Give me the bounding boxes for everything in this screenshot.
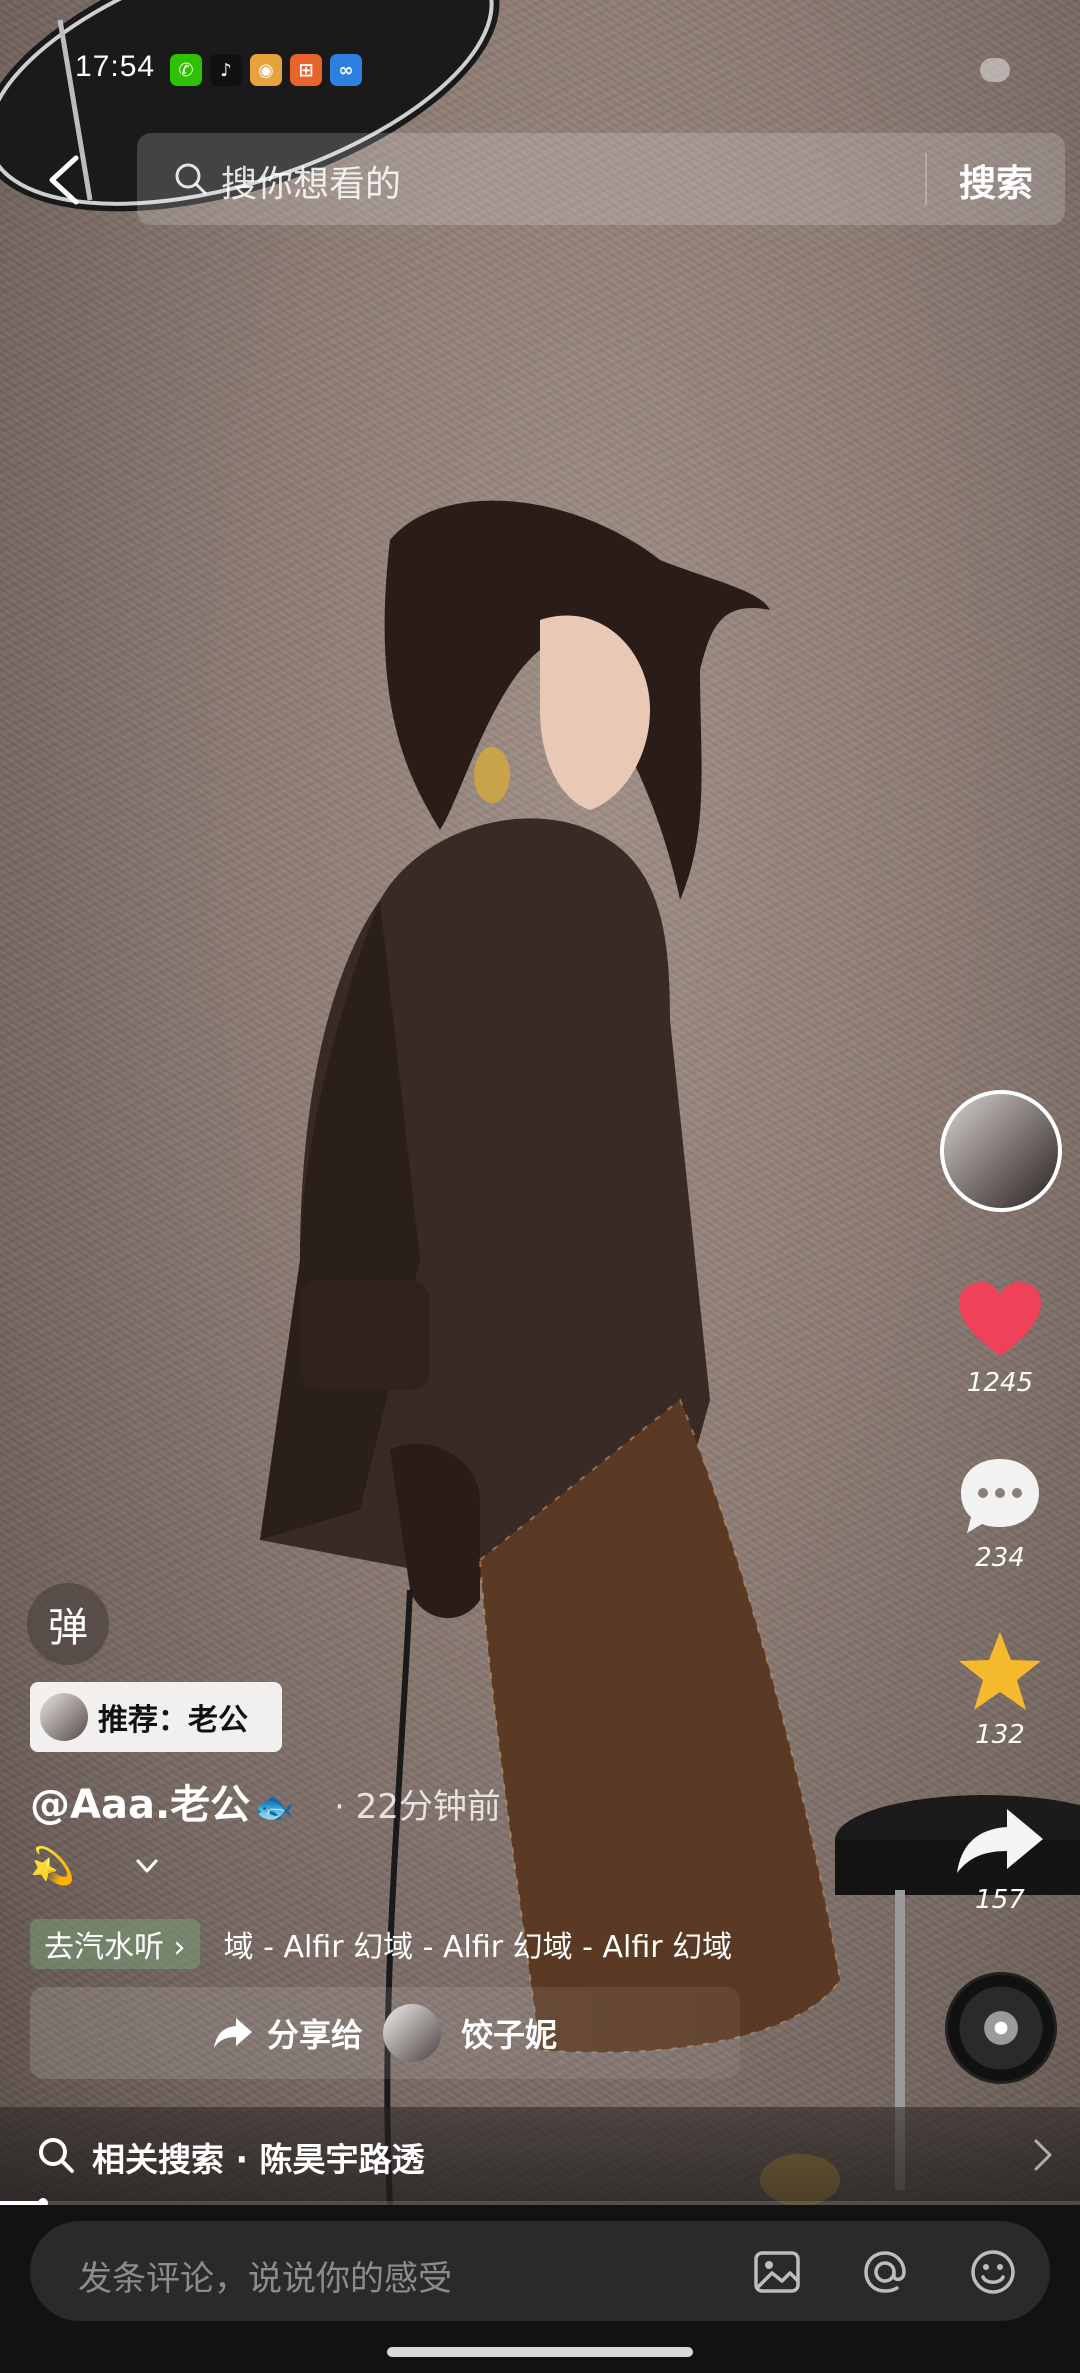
- comment-bubble-icon: [961, 1459, 1039, 1533]
- share-count: 157: [975, 1885, 1025, 1915]
- search-icon: [39, 2138, 74, 2173]
- related-search-text: 相关搜索 · 陈昊宇路透: [92, 2140, 425, 2179]
- star-icon: [959, 1632, 1041, 1710]
- chevron-down-icon[interactable]: [133, 1852, 161, 1880]
- back-button[interactable]: [38, 150, 88, 210]
- search-divider: [925, 153, 927, 205]
- like-count: 1245: [966, 1368, 1034, 1398]
- soda-music-chip[interactable]: 去汽水听 ›: [30, 1919, 200, 1969]
- recommend-avatar: [40, 1693, 88, 1741]
- dizzy-emoji-icon: 💫: [30, 1846, 75, 1887]
- notification-icons: ✆ ♪ ◉ ⊞ ∞: [170, 54, 362, 86]
- post-description[interactable]: 💫: [30, 1845, 161, 1887]
- chevron-right-icon: [1034, 2139, 1052, 2171]
- status-bar: 17:54 ✆ ♪ ◉ ⊞ ∞: [0, 40, 1080, 100]
- fish-emoji-icon: 🐟: [254, 1788, 294, 1826]
- search-button[interactable]: 搜索: [959, 153, 1033, 207]
- status-indicator-icon: [980, 58, 1010, 82]
- bottom-comment-area: 发条评论，说说你的感受: [0, 2205, 1080, 2373]
- share-suggestion-banner[interactable]: 分享给 饺子妮: [30, 1987, 740, 2079]
- tiktok-icon: ♪: [210, 54, 242, 86]
- status-time: 17:54: [75, 50, 156, 83]
- back-arrow-icon: [49, 155, 79, 205]
- heart-icon: [959, 1282, 1041, 1356]
- share-arrow-icon: [213, 2018, 252, 2048]
- app-orange-icon: ⊞: [290, 54, 322, 86]
- home-indicator[interactable]: [387, 2347, 693, 2357]
- search-input[interactable]: 搜你想看的: [221, 155, 401, 207]
- image-icon[interactable]: [752, 2247, 802, 2297]
- share-friend-avatar: [383, 2004, 441, 2062]
- weibo-icon: ◉: [250, 54, 282, 86]
- related-search-bar[interactable]: 相关搜索 · 陈昊宇路透: [0, 2107, 1080, 2205]
- search-bar[interactable]: 搜你想看的 搜索: [137, 133, 1065, 225]
- share-label: 分享给: [266, 2016, 363, 2054]
- comment-input[interactable]: 发条评论，说说你的感受: [30, 2221, 1050, 2321]
- post-time: · 22分钟前: [333, 1787, 501, 1827]
- share-friend-name: 饺子妮: [461, 2016, 558, 2054]
- music-title-marquee: 域 - Alfir 幻域 - Alfir 幻域 - Alfir 幻域: [223, 1930, 733, 1965]
- share-arrow-icon: [957, 1809, 1043, 1873]
- recommend-chip[interactable]: 推荐：老公: [30, 1682, 282, 1752]
- video-frame[interactable]: [0, 0, 1080, 2205]
- author-line: @Aaa.老公 🐟 · 22分钟前: [30, 1772, 501, 1830]
- app-blue-icon: ∞: [330, 54, 362, 86]
- emoji-icon[interactable]: [968, 2247, 1018, 2297]
- wechat-icon: ✆: [170, 54, 202, 86]
- danmu-toggle-button[interactable]: 弹: [27, 1583, 109, 1665]
- like-button[interactable]: 1245: [930, 1280, 1070, 1398]
- music-row[interactable]: 去汽水听 › 域 - Alfir 幻域 - Alfir 幻域 - Alfir 幻…: [30, 1918, 860, 1970]
- comment-button[interactable]: 234: [930, 1455, 1070, 1573]
- author-name[interactable]: @Aaa.老公: [30, 1772, 250, 1830]
- music-disc-icon[interactable]: [945, 1972, 1057, 2084]
- recommend-label: 推荐：老公: [98, 1703, 248, 1738]
- share-button[interactable]: 157: [930, 1805, 1070, 1915]
- favorite-button[interactable]: 132: [930, 1630, 1070, 1750]
- favorite-count: 132: [975, 1720, 1025, 1750]
- search-icon: [175, 163, 207, 195]
- mention-icon[interactable]: [860, 2247, 910, 2297]
- author-avatar[interactable]: [940, 1090, 1062, 1212]
- comment-placeholder: 发条评论，说说你的感受: [78, 2259, 452, 2299]
- comment-count: 234: [975, 1543, 1025, 1573]
